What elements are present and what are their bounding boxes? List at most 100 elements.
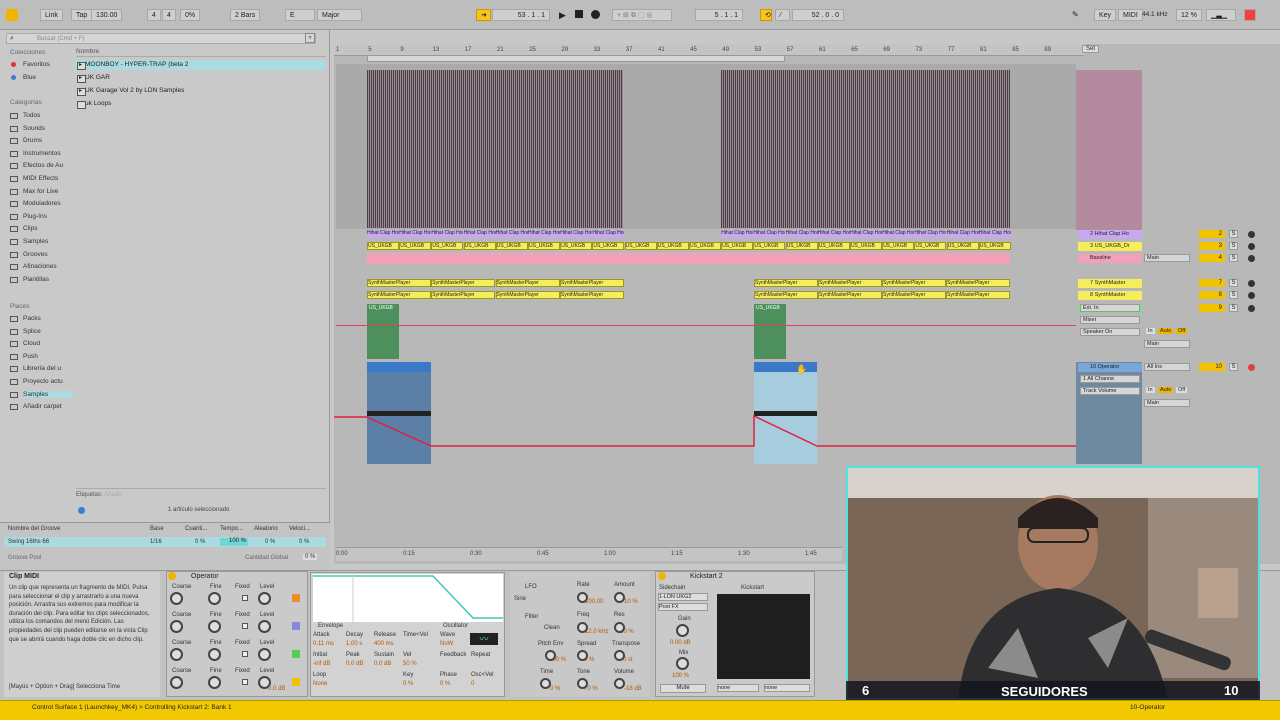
knob-icon[interactable] <box>540 678 551 689</box>
monitor-off[interactable]: Off <box>1176 387 1188 393</box>
oscillator-select[interactable] <box>292 594 300 602</box>
category-item[interactable]: Max for Live <box>10 188 58 195</box>
place-item[interactable]: Añadir carpet <box>10 403 62 411</box>
sidechain-source[interactable]: 1-LDN UKG2 <box>658 593 708 601</box>
knob-icon[interactable] <box>577 622 588 633</box>
track-number[interactable]: 3 <box>1199 242 1225 250</box>
routing-select[interactable]: Main <box>1144 399 1190 407</box>
solo-button[interactable]: S <box>1229 254 1238 262</box>
monitor-in[interactable]: In <box>1146 387 1155 393</box>
collection-blue[interactable]: Blue <box>11 74 36 81</box>
solo-button[interactable]: S <box>1229 230 1238 238</box>
synth-clip[interactable]: SynthMasterPlayer <box>818 279 882 287</box>
synth-clip[interactable]: SynthMasterPlayer <box>754 291 818 299</box>
groove-random[interactable]: 0 % <box>265 539 275 545</box>
groove-tempo[interactable]: 100 % <box>220 538 248 546</box>
category-item[interactable]: Samples <box>10 238 48 245</box>
category-item[interactable]: Moduladores <box>10 200 61 208</box>
routing-select[interactable]: All Ins <box>1144 363 1190 371</box>
hihat-clip[interactable]: Hihat Clap House 1 <box>463 230 496 238</box>
place-item[interactable]: Librería del u <box>10 365 61 373</box>
kickstart-select-2[interactable]: none <box>764 684 810 692</box>
midi-map-button[interactable]: MIDI <box>1118 9 1143 21</box>
knob-icon[interactable] <box>577 678 588 689</box>
solo-button[interactable]: S <box>1229 363 1238 371</box>
arm-button-icon[interactable] <box>1248 280 1255 287</box>
synth-clip[interactable]: SynthMasterPlayer <box>367 279 431 287</box>
fine-knob[interactable] <box>208 620 221 633</box>
groove-vel[interactable]: 0 % <box>299 539 309 545</box>
category-item[interactable]: Todos <box>10 112 40 119</box>
monitor-in[interactable]: In <box>1146 328 1155 334</box>
loop-start[interactable]: 5 . 1 . 1 <box>695 9 743 21</box>
initial-value[interactable]: -inf dB <box>313 661 330 667</box>
track-header[interactable]: 8 SynthMaster <box>1078 291 1142 300</box>
ukg-fx-clip[interactable]: US_UKGB <box>754 304 786 359</box>
amount-value[interactable]: 10 % <box>624 599 638 605</box>
category-item[interactable]: Plantillas <box>10 276 49 283</box>
mix-knob[interactable] <box>676 657 689 670</box>
hihat-clip[interactable]: Hihat Clap House 1 <box>399 230 432 238</box>
operator-clip-header[interactable] <box>367 362 431 372</box>
arm-button-icon[interactable] <box>1248 231 1255 238</box>
synth-clip[interactable]: SynthMasterPlayer <box>559 279 624 287</box>
hihat-clip[interactable]: Hihat Clap House 1 <box>560 230 593 238</box>
scale-select[interactable]: Major <box>317 9 362 21</box>
knob-icon[interactable] <box>577 650 588 661</box>
loop-icon[interactable]: ⟲ <box>760 9 772 21</box>
pencil-icon[interactable]: ✎ <box>1072 10 1079 19</box>
hihat-clip[interactable]: Hihat Clap House 1 <box>882 230 915 238</box>
synth-clip[interactable]: SynthMasterPlayer <box>946 279 1010 287</box>
search-input[interactable]: Buscar (Cmd + F) <box>6 33 316 44</box>
fine-knob[interactable] <box>208 676 221 689</box>
filter-icon[interactable]: ▿ <box>305 33 315 43</box>
oscillator-select[interactable] <box>292 622 300 630</box>
coarse-knob[interactable] <box>170 648 183 661</box>
knob-icon[interactable] <box>577 592 588 603</box>
swing-field[interactable]: 0% <box>180 9 201 21</box>
synth-clip[interactable]: SynthMasterPlayer <box>754 279 818 287</box>
folder-uk-loops[interactable]: uk Loops <box>76 100 111 109</box>
decay-value[interactable]: 1.00 s <box>346 641 362 647</box>
record-icon[interactable] <box>591 10 600 19</box>
peak-value[interactable]: 0.0 dB <box>346 661 363 667</box>
solo-button[interactable]: S <box>1229 291 1238 299</box>
folder-uk-gar[interactable]: UK GAR <box>77 74 110 83</box>
ukg-clip[interactable]: US_UKGB <box>463 242 496 250</box>
envelope-graph[interactable] <box>313 574 503 622</box>
ukg-clip[interactable]: US_UKGB <box>785 242 818 250</box>
solo-button[interactable]: S <box>1229 279 1238 287</box>
solo-button[interactable]: S <box>1229 304 1238 312</box>
routing-select[interactable]: Mixer <box>1080 316 1140 324</box>
category-item[interactable]: Sounds <box>10 125 45 132</box>
collection-favorites[interactable]: Favoritos <box>11 61 50 68</box>
hihat-clip[interactable]: Hihat Clap House 1 <box>528 230 560 238</box>
play-icon[interactable]: ▶ <box>559 10 566 21</box>
ukg-clip[interactable]: US_UKGB <box>946 242 979 250</box>
knob-icon[interactable] <box>614 678 625 689</box>
hihat-clip[interactable]: Hihat Clap House 1 <box>753 230 786 238</box>
track-header[interactable]: 2 Hihat Clap Ho <box>1078 230 1142 239</box>
place-item[interactable]: Packs <box>10 315 41 322</box>
ukg-clip[interactable]: US_UKGB <box>753 242 786 250</box>
fixed-checkbox[interactable] <box>242 595 248 601</box>
groove-base[interactable]: 1/16 <box>150 539 162 545</box>
place-item[interactable]: Cloud <box>10 340 40 348</box>
sustain-value[interactable]: 0.0 dB <box>374 661 391 667</box>
oscillator-select[interactable] <box>292 650 300 658</box>
lfo-wave-select[interactable]: Sine <box>514 596 526 602</box>
hihat-clip[interactable]: Hihat Clap House 1 <box>946 230 979 238</box>
bassline-lane[interactable] <box>367 253 1010 264</box>
folder-moonboy[interactable]: MOONBOY - HYPER-TRAP (beta 2 <box>76 61 188 70</box>
track-header[interactable]: 3 US_UKGB_Dr <box>1078 242 1142 251</box>
track-header-group[interactable] <box>1076 70 1142 230</box>
audio-clip[interactable] <box>367 70 623 228</box>
expand-arrow-icon[interactable]: ▸ <box>79 61 82 68</box>
time-sig-num[interactable]: 4 <box>147 9 161 21</box>
routing-select[interactable]: Main <box>1144 340 1190 348</box>
arm-button-icon[interactable] <box>1248 305 1255 312</box>
preview-icon[interactable] <box>78 507 85 514</box>
synth-clip[interactable]: SynthMasterPlayer <box>431 279 496 287</box>
arm-button-icon[interactable] <box>1248 255 1255 262</box>
filter-type-select[interactable]: Clean <box>544 625 560 631</box>
